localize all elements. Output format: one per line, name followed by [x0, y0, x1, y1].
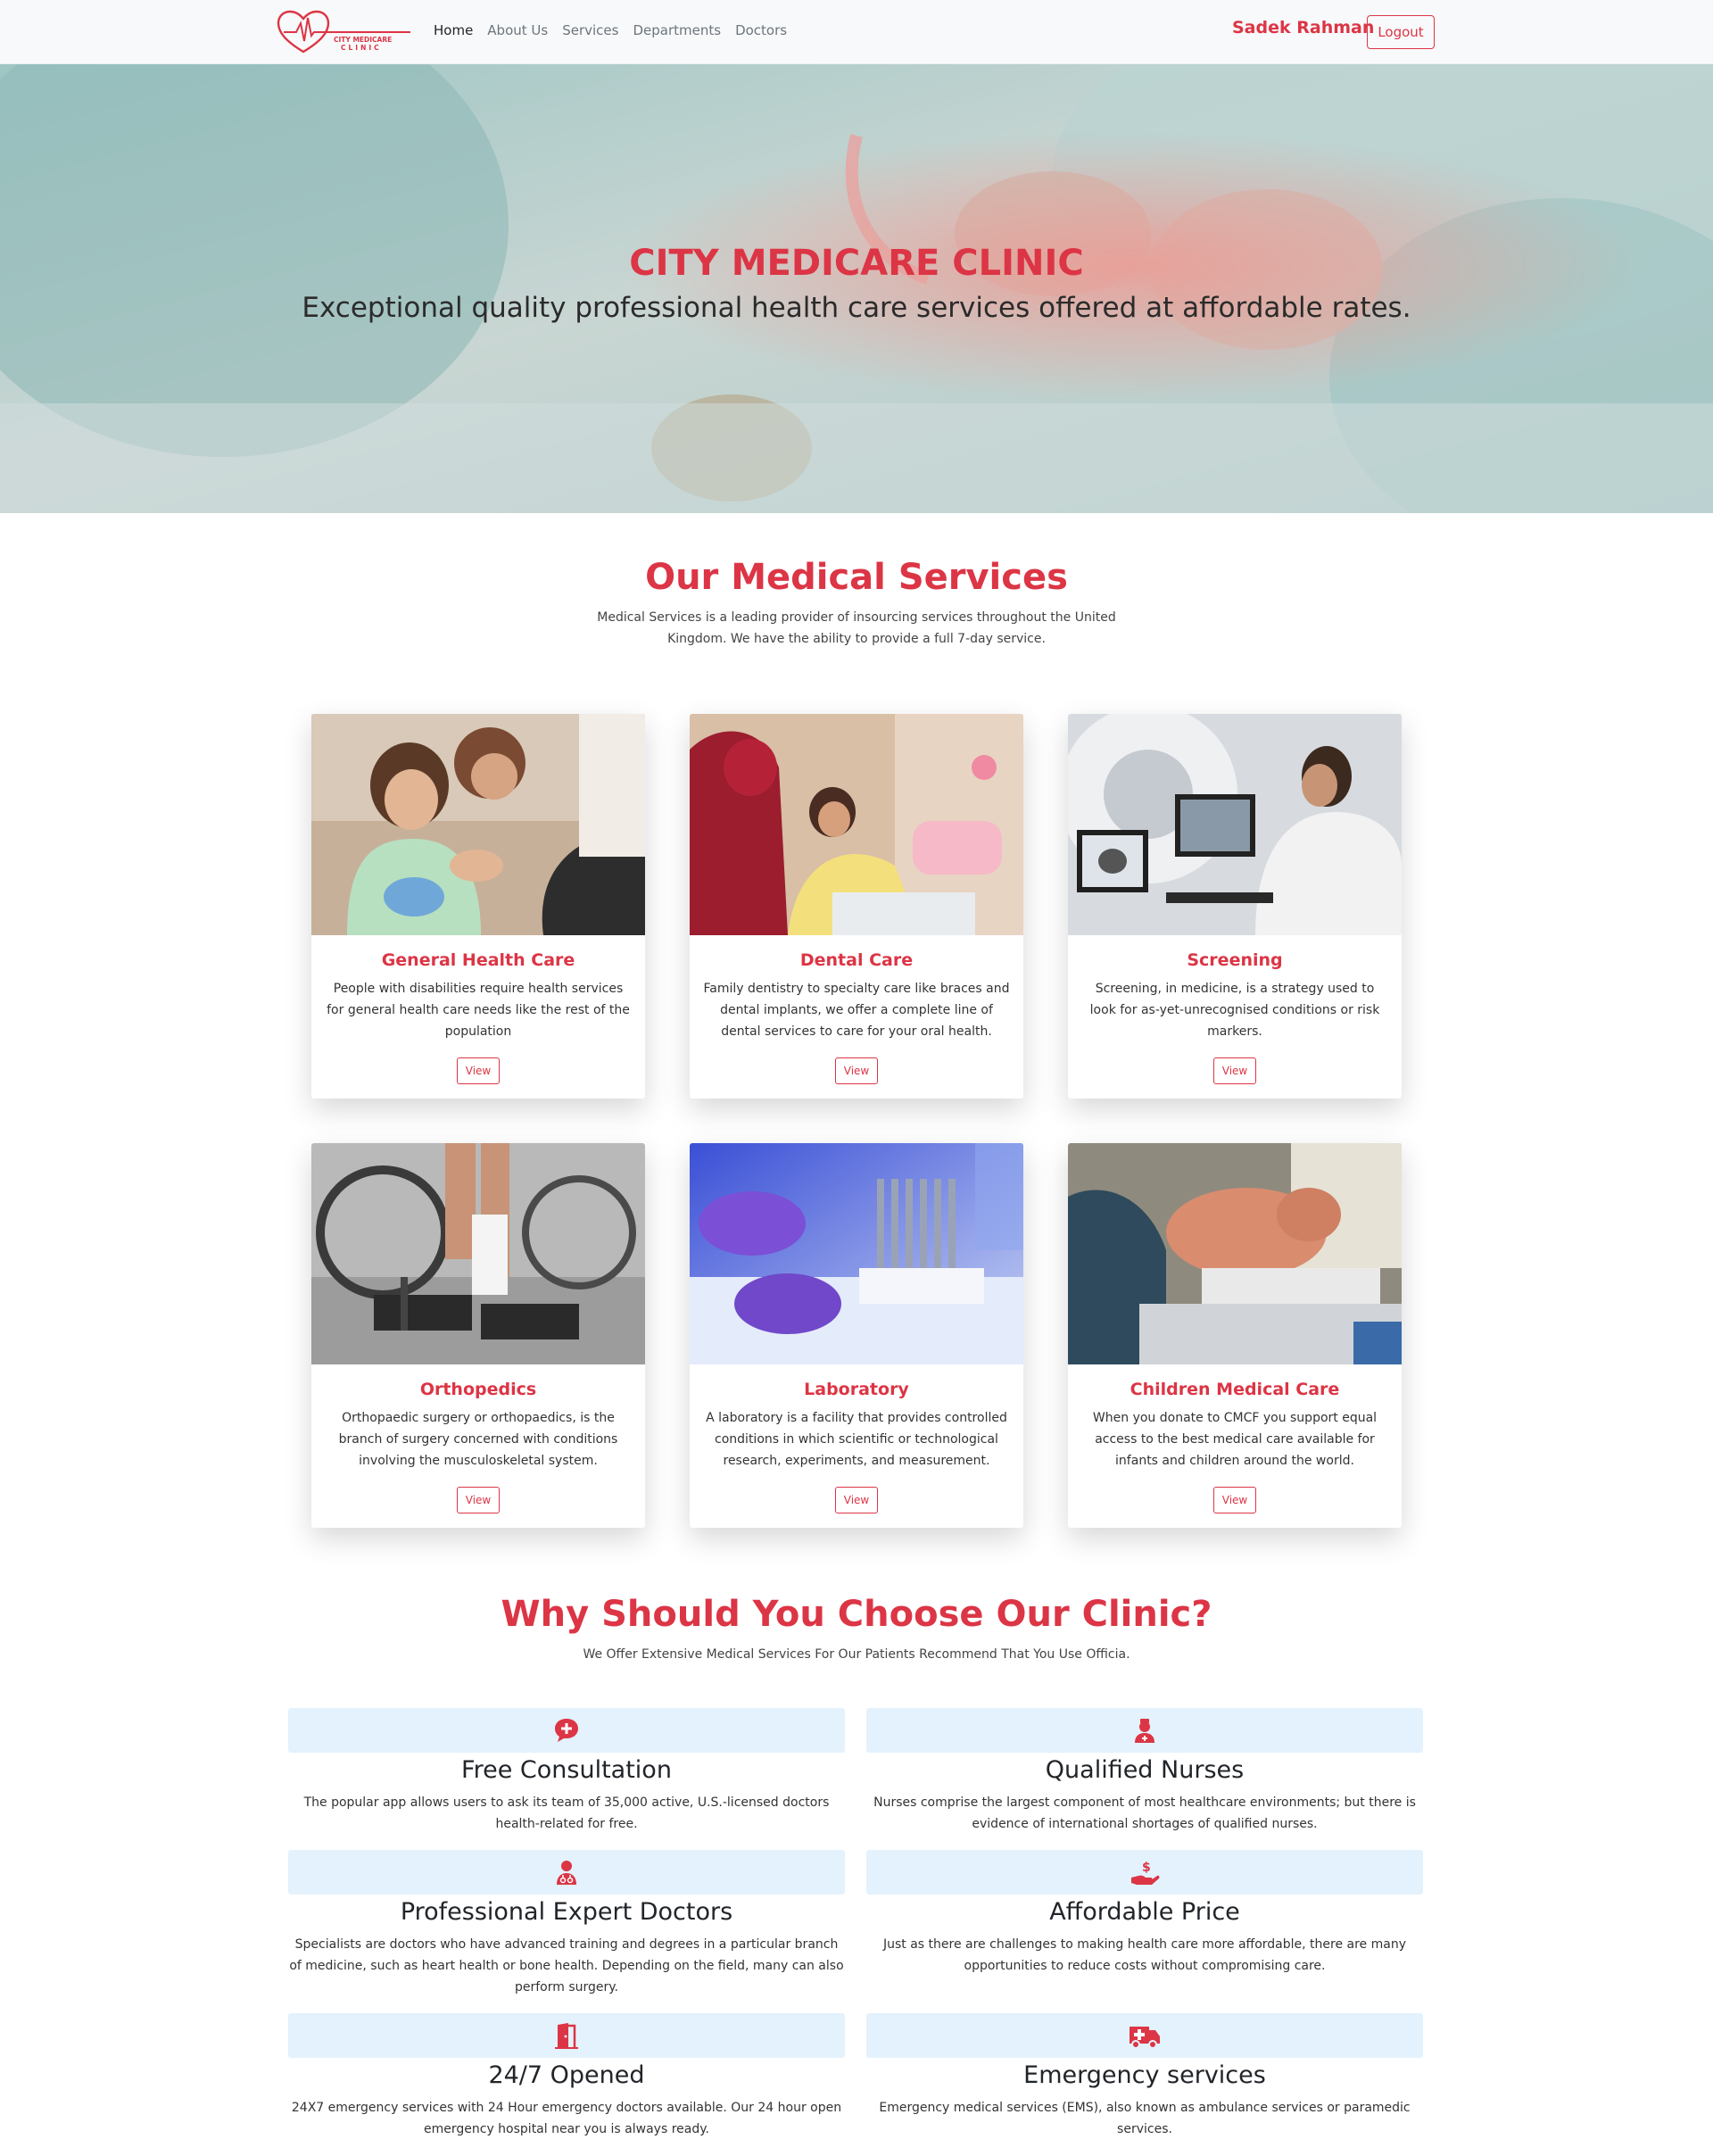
services-description: Medical Services is a leading provider o…: [597, 610, 1116, 646]
card-text: When you donate to CMCF you support equa…: [1092, 1411, 1378, 1468]
children-medical-care-image: [1068, 1143, 1402, 1364]
feature-title: Free Consultation: [461, 1756, 672, 1784]
feature-title: Qualified Nurses: [1045, 1756, 1245, 1784]
why-description: We Offer Extensive Medical Services For …: [583, 1647, 1130, 1662]
logo-text-bottom: CLINIC: [341, 44, 382, 52]
view-button[interactable]: View: [835, 1057, 878, 1084]
card-text: People with disabilities require health …: [327, 982, 630, 1039]
general-health-care-image: [311, 714, 645, 935]
view-button[interactable]: View: [457, 1057, 500, 1084]
dental-care-image: [690, 714, 1023, 935]
card-title: Children Medical Care: [1130, 1380, 1340, 1399]
hero-banner: CITY MEDICARE CLINIC Exceptional quality…: [0, 64, 1713, 513]
nav-departments[interactable]: Departments: [633, 22, 721, 38]
card-text: Family dentistry to specialty care like …: [703, 982, 1010, 1039]
service-card-screening: Screening Screening, in medicine, is a s…: [1068, 714, 1402, 1099]
screening-image: [1068, 714, 1402, 935]
hand-dollar-icon: $: [1131, 1861, 1160, 1885]
feature-icon-band: [288, 1708, 845, 1753]
nav-home[interactable]: Home: [434, 22, 473, 38]
nav-links: Home About Us Services Departments Docto…: [434, 22, 787, 38]
doctor-icon: [557, 1861, 576, 1885]
feature-icon-band: [866, 1708, 1423, 1753]
logo-text-top: CITY MEDICARE: [334, 36, 392, 44]
feature-title: 24/7 Opened: [488, 2061, 645, 2089]
feature-title: Affordable Price: [1049, 1898, 1240, 1926]
feature-icon-band: [866, 2013, 1423, 2058]
card-title: Dental Care: [799, 950, 914, 970]
service-card-dental-care: Dental Care Family dentistry to specialt…: [690, 714, 1023, 1099]
services-title: Our Medical Services: [645, 557, 1068, 598]
feature-text: 24X7 emergency services with 24 Hour eme…: [291, 2101, 842, 2136]
nav-services[interactable]: Services: [562, 22, 618, 38]
feature-text: Emergency medical services (EMS), also k…: [879, 2101, 1411, 2136]
card-title: Screening: [1187, 950, 1283, 970]
nurse-icon: [1135, 1719, 1154, 1743]
chat-medical-icon: [555, 1719, 578, 1742]
feature-icon-band: [288, 2013, 845, 2058]
feature-text: The popular app allows users to ask its …: [303, 1795, 830, 1831]
logout-button[interactable]: Logout: [1367, 15, 1435, 49]
card-title: Laboratory: [804, 1380, 909, 1399]
nav-doctors[interactable]: Doctors: [735, 22, 787, 38]
service-card-general-health-care: General Health Care People with disabili…: [311, 714, 645, 1099]
laboratory-image: [690, 1143, 1023, 1364]
hero-surgery-image: [0, 64, 1713, 513]
nav-about-us[interactable]: About Us: [487, 22, 548, 38]
ambulance-icon: [1130, 2027, 1160, 2049]
why-title: Why Should You Choose Our Clinic?: [501, 1594, 1212, 1635]
service-card-laboratory: Laboratory A laboratory is a facility th…: [690, 1143, 1023, 1528]
view-button[interactable]: View: [1213, 1487, 1256, 1513]
feature-title: Emergency services: [1023, 2061, 1266, 2089]
card-text: Orthopaedic surgery or orthopaedics, is …: [338, 1411, 618, 1468]
orthopedics-image: [311, 1143, 645, 1364]
hero-subtitle: Exceptional quality professional health …: [302, 292, 1411, 324]
card-text: A laboratory is a facility that provides…: [706, 1411, 1007, 1468]
card-title: Orthopedics: [419, 1380, 537, 1399]
svg-text:$: $: [1142, 1861, 1151, 1875]
feature-icon-band: [288, 1850, 845, 1895]
hero-title: CITY MEDICARE CLINIC: [629, 243, 1084, 284]
door-open-icon: [555, 2023, 578, 2049]
feature-title: Professional Expert Doctors: [400, 1898, 733, 1926]
view-button[interactable]: View: [1213, 1057, 1256, 1084]
navbar: CITY MEDICARE CLINIC Home About Us Servi…: [0, 0, 1713, 64]
feature-text: Nurses comprise the largest component of…: [873, 1795, 1416, 1831]
clinic-logo[interactable]: CITY MEDICARE CLINIC: [277, 9, 415, 57]
card-title: General Health Care: [381, 950, 575, 970]
card-text: Screening, in medicine, is a strategy us…: [1089, 982, 1380, 1039]
feature-icon-band: $: [866, 1850, 1423, 1895]
view-button[interactable]: View: [835, 1487, 878, 1513]
feature-text: Specialists are doctors who have advance…: [289, 1937, 844, 1994]
service-card-orthopedics: Orthopedics Orthopaedic surgery or ortho…: [311, 1143, 645, 1528]
feature-text: Just as there are challenges to making h…: [882, 1937, 1406, 1973]
user-name: Sadek Rahman: [1232, 18, 1375, 37]
view-button[interactable]: View: [457, 1487, 500, 1513]
service-card-children-medical-care: Children Medical Care When you donate to…: [1068, 1143, 1402, 1528]
